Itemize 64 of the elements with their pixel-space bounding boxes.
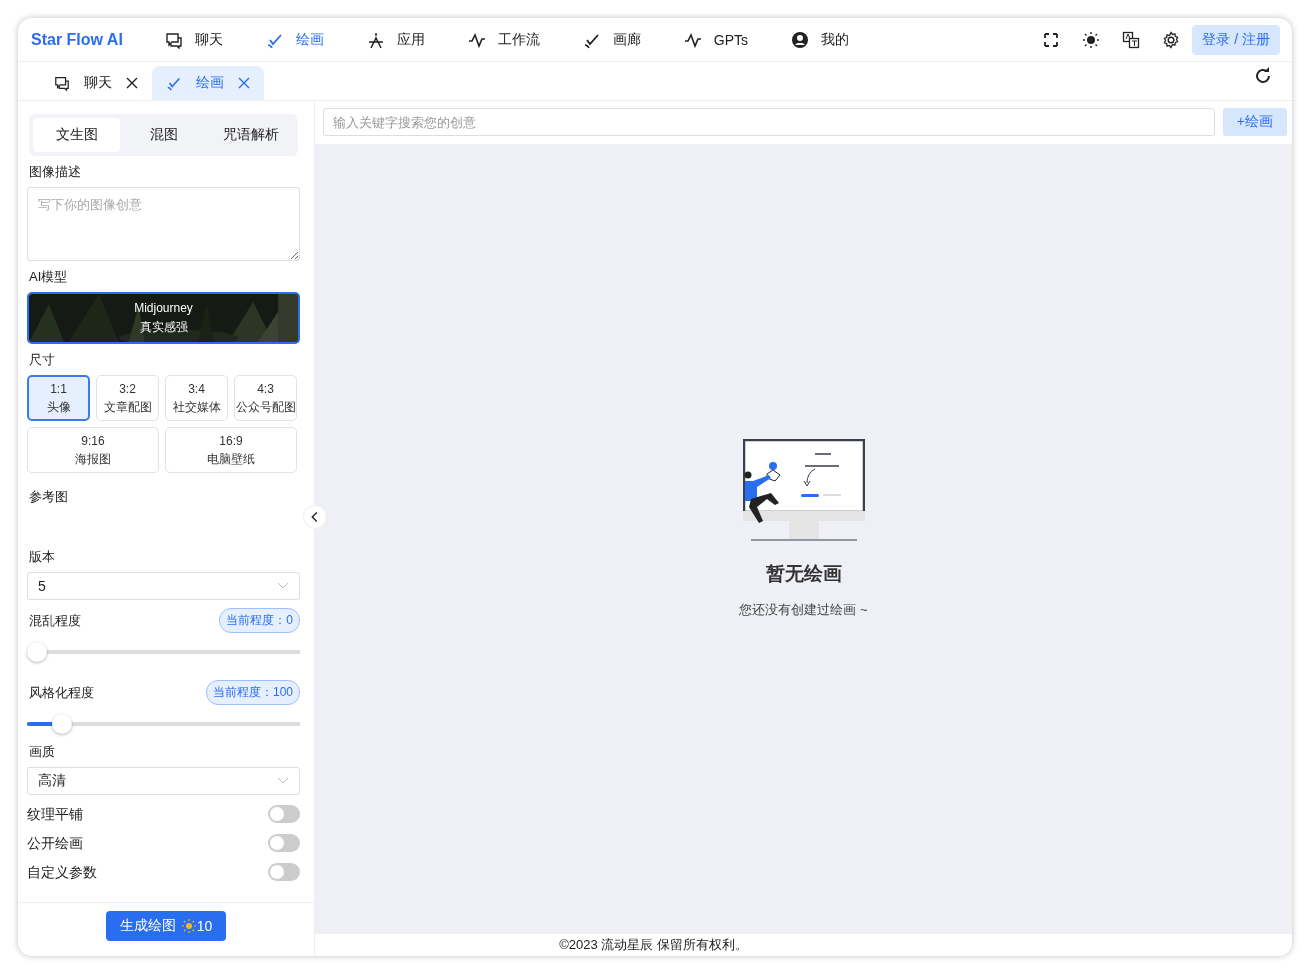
nav-item[interactable]: 应用: [366, 30, 425, 49]
field-label: 风格化程度: [29, 683, 94, 702]
empty-state-title: 暂无绘画: [765, 562, 842, 586]
fullscreen-icon[interactable]: [1042, 30, 1061, 49]
translate-icon[interactable]: [1122, 30, 1141, 49]
value-badge: 当前程度：0: [219, 608, 300, 633]
sun-icon[interactable]: [1082, 30, 1101, 49]
search-field[interactable]: 输入关键字搜索您的创意: [323, 108, 1215, 136]
toggle-switch[interactable]: [268, 863, 300, 881]
field-label: 图像描述: [29, 164, 82, 180]
generate-button[interactable]: 生成绘图 10: [105, 910, 227, 941]
toggle-switch[interactable]: [268, 834, 300, 852]
field-label: AI模型: [29, 269, 69, 285]
mode-tab[interactable]: 混图: [120, 118, 207, 152]
close-icon[interactable]: [126, 77, 138, 89]
chevron-down-icon: [277, 777, 289, 785]
slider-thumb[interactable]: [27, 642, 47, 662]
model-name: Midjourney: [134, 300, 193, 315]
nav-item[interactable]: 画廊: [582, 30, 641, 49]
chat-icon: [164, 30, 183, 49]
toggle-label: 自定义参数: [27, 863, 97, 882]
toggle-label: 公开绘画: [27, 834, 83, 853]
field-label: 画质: [29, 744, 56, 760]
nav-item[interactable]: GPTs: [683, 30, 749, 49]
field-label: 参考图: [29, 489, 69, 505]
nav-item[interactable]: 绘画: [265, 30, 324, 49]
collapse-sidebar-icon[interactable]: [303, 505, 327, 529]
size-option[interactable]: 3:2 文章配图: [96, 375, 159, 421]
field-label: 尺寸: [29, 352, 56, 368]
page-tab[interactable]: 绘画: [152, 66, 264, 100]
size-option[interactable]: 3:4 社交媒体: [165, 375, 228, 421]
size-option[interactable]: 16:9 电脑壁纸: [165, 427, 297, 473]
chevron-down-icon: [277, 582, 289, 590]
version-select[interactable]: 5: [27, 572, 300, 600]
login-button[interactable]: 登录 / 注册: [1192, 24, 1280, 55]
value-badge: 当前程度：100: [205, 680, 300, 705]
refresh-icon[interactable]: [1254, 67, 1272, 85]
model-description: 真实感强: [139, 318, 188, 336]
settings-icon[interactable]: [1162, 30, 1181, 49]
nav-item[interactable]: 我的: [791, 30, 850, 49]
page-tab[interactable]: 聊天: [40, 66, 152, 100]
model-card[interactable]: Midjourney 真实感强: [27, 292, 300, 344]
mode-tab[interactable]: 文生图: [33, 118, 120, 152]
footer-text: ©2023 流动星辰 保留所有权利。: [559, 936, 748, 954]
compass-icon: [366, 30, 385, 49]
sun-icon: [181, 916, 196, 935]
toggle-switch[interactable]: [268, 805, 300, 823]
size-option[interactable]: 9:16 海报图: [27, 427, 159, 473]
add-drawing-button[interactable]: +绘画: [1222, 108, 1287, 136]
toggle-label: 纹理平铺: [27, 805, 83, 824]
quality-select[interactable]: 高清: [27, 767, 300, 795]
field-label: 版本: [29, 549, 56, 565]
chat-icon: [54, 74, 70, 92]
nav-item[interactable]: 聊天: [164, 30, 223, 49]
slider-thumb[interactable]: [52, 714, 73, 734]
mode-tab[interactable]: 咒语解析: [207, 118, 294, 152]
app-logo: Star Flow AI: [31, 30, 123, 49]
user-icon: [791, 30, 810, 49]
size-option[interactable]: 4:3 公众号配图: [234, 375, 297, 421]
nav-item[interactable]: 工作流: [467, 30, 540, 49]
empty-state-text: 您还没有创建过绘画 ~: [739, 601, 868, 619]
size-option[interactable]: 1:1 头像: [27, 375, 90, 421]
field-label: 混乱程度: [29, 611, 81, 630]
description-field[interactable]: 写下你的图像创意: [27, 187, 300, 261]
